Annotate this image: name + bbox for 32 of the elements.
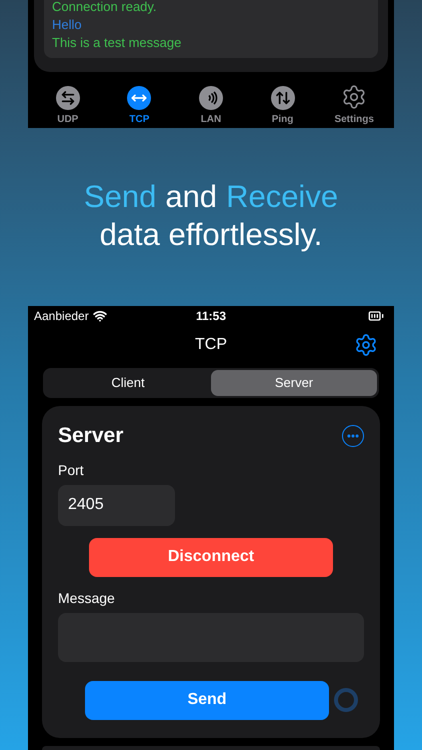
tab-icon (127, 86, 152, 110)
send-button[interactable]: Send (85, 680, 329, 720)
status-time: 11:53 (196, 308, 226, 325)
settings-icon[interactable] (354, 333, 378, 357)
port-field[interactable]: 2405 (58, 484, 175, 526)
disconnect-button[interactable]: Disconnect (89, 538, 333, 576)
log-line: Connection ready. (52, 0, 158, 16)
carrier-name: Aanbieder (34, 308, 89, 325)
tab-bar-item[interactable]: LAN (178, 86, 243, 127)
tab-bar-item[interactable]: TCP (107, 86, 172, 127)
headline-word: Send (84, 178, 156, 216)
tab-icon (56, 86, 80, 110)
nav-title: TCP (195, 335, 227, 355)
tab-bar-item[interactable]: UDP (36, 86, 100, 127)
tab-icon (198, 86, 223, 110)
log-line: This is a test message (52, 34, 182, 52)
headline-word: Receive (226, 178, 338, 216)
tab-icon (270, 86, 295, 110)
tab-bar-item[interactable]: Ping (250, 86, 315, 127)
headline-word: and (165, 178, 218, 216)
segment[interactable]: Client (45, 370, 211, 396)
headline-text: data effortlessly. (100, 216, 322, 254)
more-icon[interactable] (342, 424, 364, 447)
gear-icon (341, 84, 368, 110)
card-title: Server (58, 423, 124, 449)
log-line: Hello (52, 16, 83, 34)
tab-bar-item[interactable]: Settings (322, 84, 386, 127)
field-label: Message (58, 588, 116, 608)
activity-ring-icon (334, 688, 358, 712)
field-label: Port (58, 460, 85, 480)
wifi-icon (92, 309, 107, 323)
segment[interactable]: Server (211, 370, 377, 396)
